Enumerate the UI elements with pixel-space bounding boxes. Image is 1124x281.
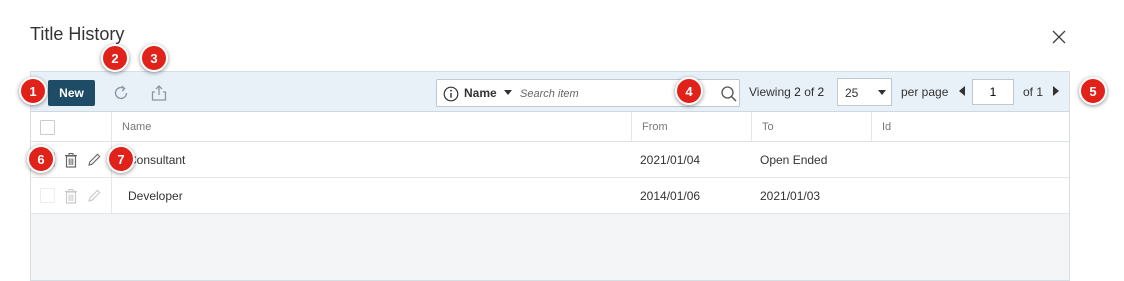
caret-down-icon — [878, 90, 886, 95]
search-icon[interactable] — [720, 85, 738, 103]
close-icon[interactable] — [1048, 26, 1070, 48]
next-page-icon[interactable] — [1053, 86, 1059, 96]
table-row[interactable]: Developer 2014/01/06 2021/01/03 — [31, 178, 1069, 214]
cell-from: 2021/01/04 — [640, 153, 701, 167]
row-separator — [111, 178, 112, 213]
page-number-input[interactable] — [972, 79, 1014, 105]
callout-badge-2: 2 — [101, 44, 129, 72]
pencil-icon[interactable] — [86, 152, 102, 168]
cell-name: Consultant — [128, 153, 186, 167]
refresh-icon[interactable] — [111, 83, 131, 103]
table-row[interactable]: Consultant 2021/01/04 Open Ended — [31, 142, 1069, 178]
prev-page-icon[interactable] — [959, 86, 965, 96]
row-checkbox[interactable] — [40, 188, 55, 203]
callout-badge-3: 3 — [140, 44, 168, 72]
toolbar: New Name Vie — [31, 72, 1069, 112]
trash-icon[interactable] — [63, 188, 79, 204]
grid-header: Name From To Id — [31, 112, 1069, 142]
dialog-title: Title History — [30, 24, 125, 44]
callout-badge-5: 5 — [1079, 77, 1107, 105]
cell-to: 2021/01/03 — [760, 189, 821, 203]
per-page-label: per page — [901, 85, 949, 99]
viewing-current: 2 — [794, 85, 801, 99]
cell-name: Developer — [128, 189, 183, 203]
search-field-select[interactable]: Name — [464, 86, 497, 100]
search-input[interactable] — [518, 84, 688, 104]
column-header-name[interactable]: Name — [111, 112, 631, 142]
column-header-from[interactable]: From — [631, 112, 751, 142]
callout-badge-7: 7 — [107, 145, 135, 173]
export-icon[interactable] — [149, 83, 169, 103]
callout-badge-6: 6 — [27, 145, 55, 173]
viewing-summary: Viewing 2 of 2 — [749, 85, 825, 99]
cell-from: 2014/01/06 — [640, 189, 701, 203]
callout-badge-4: 4 — [675, 77, 703, 105]
callout-badge-1: 1 — [19, 77, 47, 105]
info-icon[interactable] — [443, 86, 459, 102]
pencil-icon[interactable] — [86, 188, 102, 204]
cell-to: Open Ended — [760, 153, 828, 167]
viewing-total: 2 — [817, 85, 825, 99]
new-button[interactable]: New — [48, 80, 95, 106]
column-header-to[interactable]: To — [751, 112, 871, 142]
column-header-id[interactable]: Id — [871, 112, 1069, 142]
page-count: of 1 — [1023, 85, 1044, 99]
select-all-checkbox[interactable] — [40, 120, 55, 135]
grid-panel: New Name Vie — [30, 71, 1070, 281]
caret-down-icon[interactable] — [504, 90, 512, 96]
per-page-select[interactable]: 25 — [837, 78, 892, 106]
trash-icon[interactable] — [63, 152, 79, 168]
